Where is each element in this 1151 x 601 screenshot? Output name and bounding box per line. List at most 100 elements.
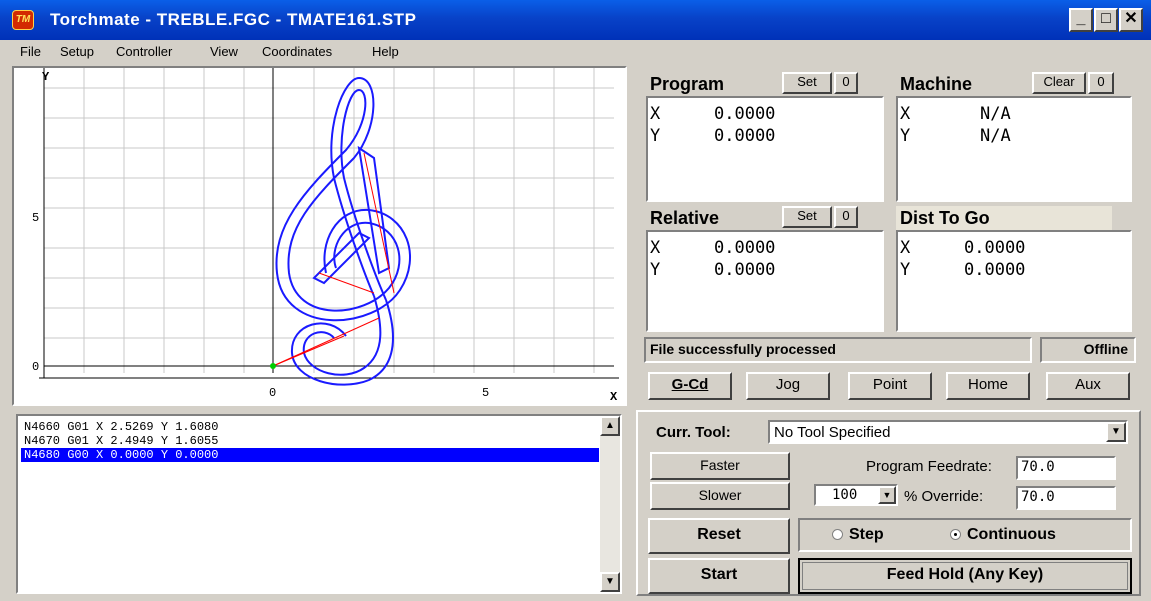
program-x-label: X: [650, 104, 661, 124]
menu-file[interactable]: File: [20, 44, 41, 59]
machine-zero-button[interactable]: 0: [1088, 72, 1114, 94]
gcode-scrollbar[interactable]: ▲ ▼: [600, 416, 620, 592]
x-tick-0: 0: [269, 386, 276, 400]
toolpath-plot[interactable]: Y X 0 5 0 5: [12, 66, 627, 406]
override-label: % Override:: [904, 488, 984, 505]
maximize-button[interactable]: □: [1094, 8, 1118, 32]
scroll-up-icon[interactable]: ▲: [600, 416, 620, 436]
app-logo-icon[interactable]: TM: [12, 10, 34, 30]
relative-set-button[interactable]: Set: [782, 206, 832, 228]
menu-bar: File Setup Controller View Coordinates H…: [0, 40, 1151, 64]
override-field[interactable]: 70.0: [1016, 486, 1116, 510]
relative-title: Relative: [650, 208, 720, 228]
mode-group: Step Continuous: [798, 518, 1132, 552]
tool-dropdown[interactable]: No Tool Specified ▼: [768, 420, 1128, 444]
machine-clear-button[interactable]: Clear: [1032, 72, 1086, 94]
reset-button[interactable]: Reset: [648, 518, 790, 554]
dist-to-go-y-value: 0.0000: [964, 260, 1026, 280]
menu-help[interactable]: Help: [372, 44, 399, 59]
program-dro-box: X 0.0000 Y 0.0000: [646, 96, 884, 202]
gcode-line[interactable]: N4660 G01 X 2.5269 Y 1.6080: [24, 420, 598, 434]
continuous-radio-icon[interactable]: [950, 529, 961, 541]
tab-jog[interactable]: Jog: [746, 372, 830, 400]
plot-grid: [43, 68, 614, 373]
origin-marker: [270, 363, 276, 369]
maximize-icon: □: [1101, 10, 1111, 27]
y-tick-0: 0: [32, 360, 39, 374]
relative-y-label: Y: [650, 260, 661, 280]
dist-to-go-y-label: Y: [900, 260, 911, 280]
dist-to-go-title: Dist To Go: [900, 208, 990, 228]
tab-jog-label: Jog: [775, 376, 801, 393]
tab-home-label: Home: [967, 376, 1008, 393]
tab-point[interactable]: Point: [848, 372, 932, 400]
relative-x-value: 0.0000: [714, 238, 776, 258]
status-message: File successfully processed: [644, 337, 1032, 363]
scroll-down-icon[interactable]: ▼: [600, 572, 620, 592]
y-tick-5: 5: [32, 211, 39, 225]
program-title: Program: [650, 74, 725, 94]
continuous-option[interactable]: Continuous: [950, 526, 1056, 544]
relative-zero-button[interactable]: 0: [834, 206, 858, 228]
slower-button[interactable]: Slower: [650, 482, 790, 510]
override-select-value: 100: [832, 487, 858, 503]
chevron-down-icon[interactable]: ▼: [878, 486, 896, 504]
tab-home[interactable]: Home: [946, 372, 1030, 400]
faster-button[interactable]: Faster: [650, 452, 790, 480]
machine-y-value: N/A: [980, 126, 1011, 146]
tab-gcode-label: G-Cd: [671, 376, 709, 393]
tab-point-label: Point: [872, 376, 908, 393]
relative-x-label: X: [650, 238, 661, 258]
relative-y-value: 0.0000: [714, 260, 776, 280]
menu-controller[interactable]: Controller: [116, 44, 172, 59]
dist-to-go-x-label: X: [900, 238, 911, 258]
treble-clef-toolpath: [275, 76, 411, 386]
minimize-icon: _: [1076, 10, 1086, 27]
axis-y-label: Y: [42, 70, 50, 84]
gcode-line-selected[interactable]: N4680 G00 X 0.0000 Y 0.0000: [21, 448, 599, 462]
tab-aux-label: Aux: [1075, 376, 1101, 393]
menu-view[interactable]: View: [210, 44, 238, 59]
feedrate-field[interactable]: 70.0: [1016, 456, 1116, 480]
relative-dro-box: X 0.0000 Y 0.0000: [646, 230, 884, 332]
step-radio-icon[interactable]: [832, 529, 843, 541]
chevron-down-icon[interactable]: ▼: [1106, 422, 1126, 442]
machine-y-label: Y: [900, 126, 911, 146]
program-set-button[interactable]: Set: [782, 72, 832, 94]
tool-label: Curr. Tool:: [656, 424, 731, 441]
title-bar: TM Torchmate - TREBLE.FGC - TMATE161.STP…: [0, 0, 1151, 40]
tab-aux[interactable]: Aux: [1046, 372, 1130, 400]
toolpath-canvas: Y X 0 5 0 5: [32, 68, 619, 404]
x-tick-5: 5: [482, 386, 489, 400]
axis-x-label: X: [610, 390, 618, 404]
program-y-value: 0.0000: [714, 126, 776, 146]
program-x-value: 0.0000: [714, 104, 776, 124]
machine-dro-box: X N/A Y N/A: [896, 96, 1132, 202]
connection-status: Offline: [1040, 337, 1136, 363]
dist-to-go-dro-box: X 0.0000 Y 0.0000: [896, 230, 1132, 332]
menu-coordinates[interactable]: Coordinates: [262, 44, 332, 59]
gcode-list[interactable]: N4660 G01 X 2.5269 Y 1.6080 N4670 G01 X …: [16, 414, 622, 594]
step-label: Step: [849, 526, 884, 543]
minimize-button[interactable]: _: [1069, 8, 1093, 32]
machine-x-value: N/A: [980, 104, 1011, 124]
close-button[interactable]: ✕: [1119, 8, 1143, 32]
menu-setup[interactable]: Setup: [60, 44, 94, 59]
close-icon: ✕: [1124, 10, 1138, 27]
machine-title: Machine: [900, 74, 973, 94]
machine-x-label: X: [900, 104, 911, 124]
program-y-label: Y: [650, 126, 661, 146]
step-option[interactable]: Step: [832, 526, 884, 544]
program-zero-button[interactable]: 0: [834, 72, 858, 94]
start-button[interactable]: Start: [648, 558, 790, 594]
override-select[interactable]: 100 ▼: [814, 484, 898, 506]
tab-gcode[interactable]: G-Cd: [648, 372, 732, 400]
feed-hold-button[interactable]: Feed Hold (Any Key): [798, 558, 1132, 594]
window-title: Torchmate - TREBLE.FGC - TMATE161.STP: [50, 10, 417, 29]
plot-axes: [39, 68, 619, 379]
tool-value: No Tool Specified: [774, 424, 891, 441]
dist-to-go-x-value: 0.0000: [964, 238, 1026, 258]
gcode-line[interactable]: N4670 G01 X 2.4949 Y 1.6055: [24, 434, 598, 448]
continuous-label: Continuous: [967, 526, 1056, 543]
feedrate-label: Program Feedrate:: [866, 458, 992, 475]
